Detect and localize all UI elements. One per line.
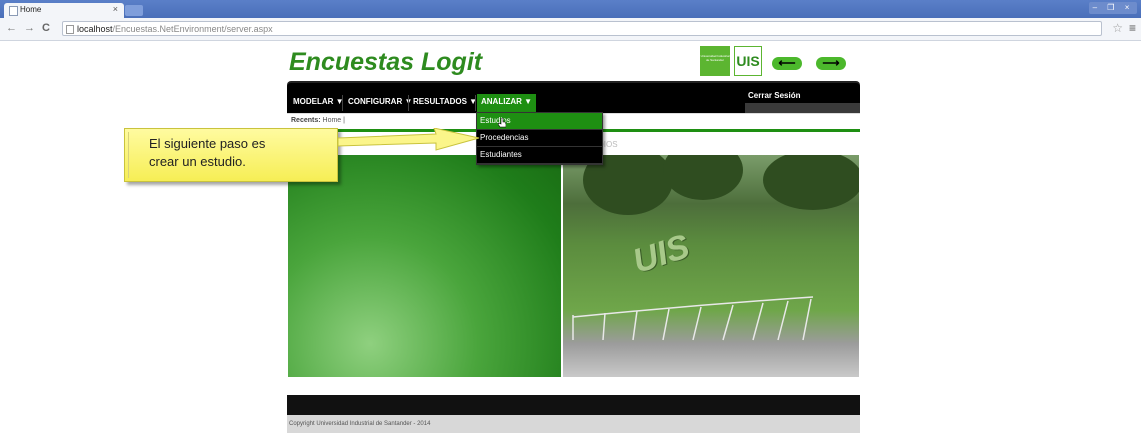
dropdown-item-estudiantes[interactable]: Estudiantes — [477, 147, 602, 164]
browser-tab-bar: Home × – ❐ × — [0, 0, 1141, 18]
recents-label: Recents: — [291, 117, 321, 124]
logout-link[interactable]: Cerrar Sesión — [745, 91, 860, 103]
footer-bar — [287, 395, 860, 415]
university-badge: Universidad Industrial de Santander — [700, 46, 730, 76]
uis-logo: UIS — [734, 46, 762, 76]
nav-analizar[interactable]: ANALIZAR ▼ — [477, 94, 537, 112]
uis-hedge-text: UIS — [628, 227, 695, 281]
nav-resultados[interactable]: RESULTADOS ▼ — [413, 96, 477, 112]
nav-modelar[interactable]: MODELAR ▼ — [293, 96, 344, 112]
nav-separator — [408, 95, 409, 111]
hand-cursor-icon — [498, 118, 506, 128]
callout-arrow-icon — [337, 128, 480, 151]
tutorial-callout: El siguiente paso es crear un estudio. — [124, 128, 338, 182]
reload-icon[interactable]: C — [42, 22, 50, 34]
bookmark-star-icon[interactable]: ☆ — [1112, 21, 1123, 35]
back-arrow-button[interactable]: ⟵ — [772, 57, 802, 70]
page-icon — [9, 6, 18, 16]
footer-copyright: Copyright Universidad Industrial de Sant… — [287, 415, 860, 433]
fence-graphic — [572, 296, 814, 341]
browser-toolbar: ← → C localhost/Encuestas.NetEnvironment… — [0, 18, 1141, 41]
new-tab-button[interactable] — [125, 5, 143, 16]
callout-line-2: crear un estudio. — [149, 154, 246, 169]
url-path: /Encuestas.NetEnvironment/server.aspx — [112, 24, 273, 34]
window-controls[interactable]: – ❐ × — [1089, 2, 1137, 14]
tree-shape — [763, 155, 859, 210]
hero-campus-photo: UIS — [563, 155, 859, 377]
dropdown-item-procedencias[interactable]: Procedencias — [477, 130, 602, 147]
nav-separator — [342, 95, 343, 111]
site-logo[interactable]: Encuestas Logit — [289, 48, 482, 77]
recents-bar: Recents: Home | — [291, 117, 345, 124]
browser-tab[interactable]: Home × — [4, 3, 124, 18]
address-bar[interactable]: localhost/Encuestas.NetEnvironment/serve… — [62, 21, 1102, 36]
tab-title: Home — [20, 5, 42, 14]
menu-icon[interactable]: ≡ — [1129, 21, 1136, 35]
page-icon — [66, 25, 74, 34]
tree-shape — [663, 155, 743, 200]
dropdown-item-estudios[interactable]: Estudios — [477, 113, 602, 130]
forward-arrow-icon[interactable]: → — [24, 22, 35, 34]
recents-home-link[interactable]: Home | — [323, 117, 345, 124]
hero-green-panel — [288, 155, 561, 377]
forward-arrow-button[interactable]: ⟶ — [816, 57, 846, 70]
callout-line-1: El siguiente paso es — [149, 136, 266, 151]
callout-accent-line — [128, 132, 129, 178]
analizar-dropdown: Estudios Procedencias Estudiantes — [476, 112, 603, 165]
back-arrow-icon[interactable]: ← — [6, 22, 17, 34]
nav-separator — [475, 95, 476, 111]
close-tab-icon[interactable]: × — [113, 4, 118, 14]
nav-configurar[interactable]: CONFIGURAR ▼ — [348, 96, 412, 112]
url-host: localhost — [77, 24, 113, 34]
logout-bar — [745, 103, 860, 113]
